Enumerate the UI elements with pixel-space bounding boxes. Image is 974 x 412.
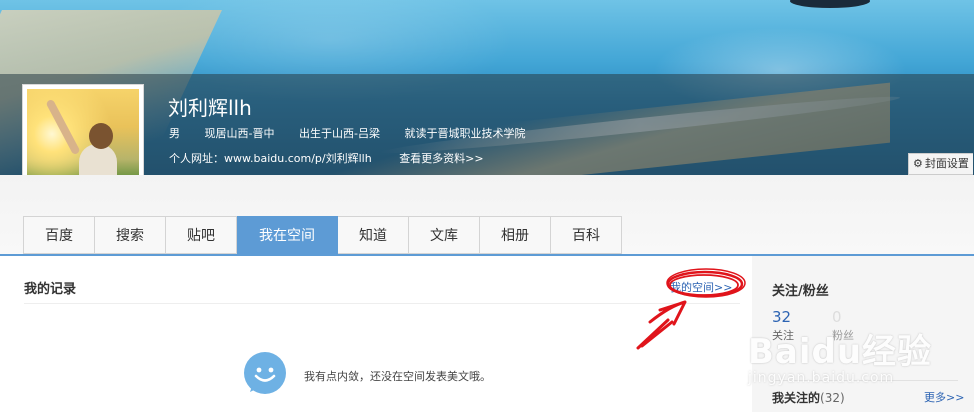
following-title: 我关注的(32) xyxy=(772,389,845,406)
following-more-link[interactable]: 更多>> xyxy=(924,389,964,405)
gear-icon: ⚙ xyxy=(913,157,923,170)
profile-birthplace: 出生于山西-吕梁 xyxy=(298,127,380,140)
profile-url-row: 个人网址：www.baidu.com/p/刘利辉llh 查看更多资料>> xyxy=(169,150,484,166)
profile-name: 刘利辉llh xyxy=(168,96,252,120)
cover-dark-shape xyxy=(790,0,870,8)
avatar-arm xyxy=(45,98,81,156)
follow-label: 关注 xyxy=(772,329,794,342)
profile-gender: 男 xyxy=(169,127,180,140)
tab-my-space[interactable]: 我在空间 xyxy=(237,216,338,254)
cover-setting-label: 封面设置 xyxy=(924,157,969,170)
empty-message: 我有点内敛，还没在空间发表美文哦。 xyxy=(304,370,491,383)
more-info-link[interactable]: 查看更多资料>> xyxy=(399,152,483,165)
profile-school: 就读于晋城职业技术学院 xyxy=(404,127,526,140)
following-title-text: 我关注的 xyxy=(772,391,821,405)
tab-album[interactable]: 相册 xyxy=(480,216,551,254)
tab-tieba[interactable]: 贴吧 xyxy=(166,216,237,254)
tab-baidu[interactable]: 百度 xyxy=(24,216,95,254)
profile-cover xyxy=(0,0,974,175)
profile-residence: 现居山西-晋中 xyxy=(204,127,275,140)
profile-info-row: 男 现居山西-晋中 出生于山西-吕梁 就读于晋城职业技术学院 xyxy=(169,125,546,141)
follow-count[interactable]: 32 xyxy=(772,308,791,326)
nav-tabs: 百度 搜索 贴吧 我在空间 知道 文库 相册 百科 xyxy=(23,216,622,254)
cover-setting-button[interactable]: ⚙ 封面设置 xyxy=(908,153,973,175)
avatar-head xyxy=(89,123,113,149)
following-count: (32) xyxy=(820,391,845,405)
follow-fans-title: 关注/粉丝 xyxy=(772,284,829,299)
tab-search[interactable]: 搜索 xyxy=(95,216,166,254)
fans-count[interactable]: 0 xyxy=(832,308,842,326)
smiley-bubble-icon xyxy=(244,352,286,394)
fans-label: 粉丝 xyxy=(832,329,854,342)
section-title: 我的记录 xyxy=(24,282,77,297)
tab-zhidao[interactable]: 知道 xyxy=(338,216,409,254)
red-annotation xyxy=(636,268,746,350)
profile-url[interactable]: 个人网址：www.baidu.com/p/刘利辉llh xyxy=(169,152,372,165)
sidebar-divider xyxy=(772,380,958,381)
tab-wenku[interactable]: 文库 xyxy=(409,216,480,254)
tab-baike[interactable]: 百科 xyxy=(551,216,622,254)
